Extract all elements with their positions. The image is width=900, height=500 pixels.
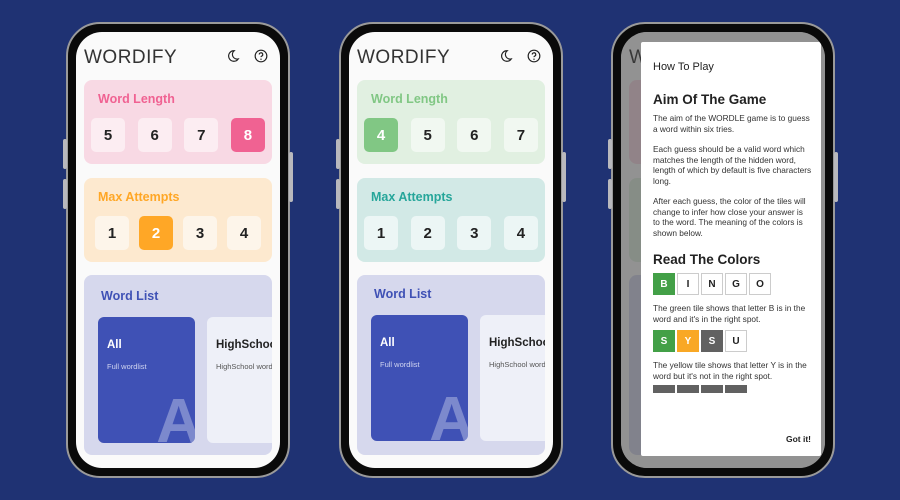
max-attempts-option[interactable]: 1	[95, 216, 129, 250]
word-list-item-desc: HighSchool words	[216, 362, 272, 371]
word-list-item-all[interactable]: All Full wordlist A	[371, 315, 468, 441]
example-1-text: The green tile shows that letter B is in…	[653, 303, 806, 324]
word-list-item-all[interactable]: All Full wordlist A	[98, 317, 195, 443]
colors-heading: Read The Colors	[653, 252, 761, 267]
word-length-title: Word Length	[371, 92, 448, 106]
volume-up-button	[63, 139, 67, 169]
how-to-play-dialog: How To Play Aim Of The Game The aim of t…	[641, 42, 821, 456]
example-tile-empty: N	[701, 273, 723, 295]
example-row-bingo: BINGO	[653, 273, 812, 295]
got-it-button[interactable]: Got it!	[786, 434, 811, 444]
word-list-card: Word List All Full wordlist A HighSchool…	[84, 275, 272, 455]
max-attempts-title: Max Attempts	[371, 190, 453, 204]
app-title: WORDIFY	[84, 47, 178, 68]
aim-paragraph-2: Each guess should be a valid word which …	[653, 144, 812, 186]
max-attempts-card: Max Attempts 1 2 3 4	[84, 178, 272, 262]
example-tile-gray	[653, 385, 675, 393]
phone-mockup-2: WORDIFY Word Length 4 5 6 7 Max Attempts…	[336, 22, 566, 478]
volume-down-button	[63, 179, 67, 209]
help-icon[interactable]	[527, 49, 541, 63]
aim-paragraph-1: The aim of the WORDLE game is to guess a…	[653, 113, 810, 134]
word-length-options: 4 5 6 7	[364, 118, 538, 152]
word-list-item-name: All	[107, 339, 122, 351]
max-attempts-option[interactable]: 3	[183, 216, 217, 250]
app-bar: WORDIFY	[76, 32, 280, 82]
word-list-item-name: HighSchool	[216, 339, 272, 351]
word-list-item-desc: Full wordlist	[107, 362, 147, 371]
phone-mockup-1: WORDIFY Word Length 5 6 7 8 Max Attempts…	[63, 22, 293, 478]
example-tile-empty: O	[749, 273, 771, 295]
power-button	[289, 152, 293, 202]
word-list-item-name: HighSchool	[489, 337, 545, 349]
word-length-option-selected[interactable]: 8	[230, 118, 265, 152]
app-title: WORDIFY	[357, 47, 451, 68]
phone-mockup-3: W How To Play Aim Of The Game The aim of…	[608, 22, 838, 478]
word-list-item-desc: Full wordlist	[380, 360, 420, 369]
word-length-option[interactable]: 6	[137, 118, 172, 152]
power-button	[562, 152, 566, 202]
word-list-item-desc: HighSchool words	[489, 360, 545, 369]
volume-down-button	[608, 179, 612, 209]
help-icon[interactable]	[254, 49, 268, 63]
word-length-card: Word Length 4 5 6 7	[357, 80, 545, 164]
example-2-text: The yellow tile shows that letter Y is i…	[653, 360, 807, 381]
word-length-option[interactable]: 5	[91, 118, 125, 152]
word-length-options: 5 6 7 8	[91, 118, 265, 152]
dark-mode-icon[interactable]	[499, 49, 513, 63]
example-tile-yellow: Y	[677, 330, 699, 352]
max-attempts-title: Max Attempts	[98, 190, 180, 204]
max-attempts-options: 1 2 3 4	[95, 216, 261, 250]
dialog-title: How To Play	[653, 61, 714, 73]
max-attempts-option[interactable]: 1	[364, 216, 398, 250]
example-row-gray	[653, 385, 812, 393]
example-tile-empty: U	[725, 330, 747, 352]
volume-up-button	[336, 139, 340, 169]
example-tile-gray	[677, 385, 699, 393]
word-list-item-letter: A	[429, 385, 468, 441]
max-attempts-options: 1 2 3 4	[364, 216, 538, 250]
word-list-item-name: All	[380, 337, 395, 349]
word-list-card: Word List All Full wordlist A HighSchool…	[357, 275, 545, 455]
word-length-option[interactable]: 5	[410, 118, 445, 152]
word-list-item-highschool[interactable]: HighSchool HighSchool words	[207, 317, 272, 443]
max-attempts-card: Max Attempts 1 2 3 4	[357, 178, 545, 262]
word-length-option[interactable]: 6	[457, 118, 492, 152]
example-tile-empty: I	[677, 273, 699, 295]
example-tile-gray: S	[701, 330, 723, 352]
word-length-card: Word Length 5 6 7 8	[84, 80, 272, 164]
word-list-title: Word List	[374, 287, 432, 301]
max-attempts-option[interactable]: 4	[227, 216, 261, 250]
example-tile-green: B	[653, 273, 675, 295]
volume-down-button	[336, 179, 340, 209]
aim-heading: Aim Of The Game	[653, 92, 767, 107]
word-length-option-selected[interactable]: 4	[364, 118, 398, 152]
aim-paragraph-3: After each guess, the color of the tiles…	[653, 196, 806, 238]
volume-up-button	[608, 139, 612, 169]
max-attempts-option[interactable]: 2	[410, 216, 445, 250]
max-attempts-option[interactable]: 4	[503, 216, 538, 250]
app-bar: WORDIFY	[349, 32, 553, 82]
max-attempts-option[interactable]: 3	[457, 216, 492, 250]
word-list-item-highschool[interactable]: HighSchool HighSchool words	[480, 315, 545, 441]
example-tile-green: S	[653, 330, 675, 352]
max-attempts-option-selected[interactable]: 2	[139, 216, 173, 250]
example-tile-empty: G	[725, 273, 747, 295]
example-tile-gray	[725, 385, 747, 393]
example-row-sysu: SYSU	[653, 330, 812, 352]
power-button	[834, 152, 838, 202]
word-length-title: Word Length	[98, 92, 175, 106]
word-length-option[interactable]: 7	[503, 118, 538, 152]
dark-mode-icon[interactable]	[226, 49, 240, 63]
word-list-item-letter: A	[156, 387, 195, 443]
app-screen: WORDIFY Word Length 5 6 7 8 Max Attempts…	[76, 32, 280, 468]
app-screen: WORDIFY Word Length 4 5 6 7 Max Attempts…	[349, 32, 553, 468]
app-screen: W How To Play Aim Of The Game The aim of…	[621, 32, 825, 468]
word-list-title: Word List	[101, 289, 159, 303]
example-tile-gray	[701, 385, 723, 393]
word-length-option[interactable]: 7	[184, 118, 219, 152]
dialog-content: Aim Of The Game The aim of the WORDLE ga…	[653, 92, 812, 401]
